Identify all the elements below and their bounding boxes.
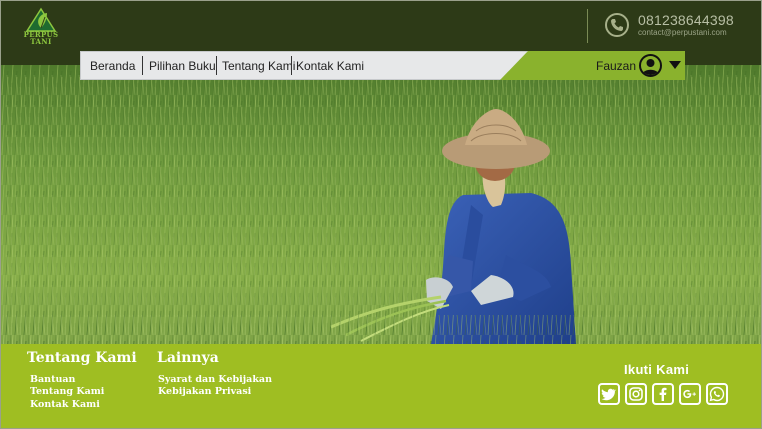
- nav-separator: [142, 56, 143, 75]
- nav-separator: [291, 56, 292, 75]
- footer-col1-title: Tentang Kami: [27, 350, 137, 366]
- logo-text: PERPUS TANI: [19, 31, 63, 45]
- header-divider: [587, 9, 588, 43]
- contact-email[interactable]: contact@perpustani.com: [638, 28, 727, 37]
- brand-logo[interactable]: PERPUS TANI: [19, 7, 63, 47]
- page-frame: PERPUS TANI 081238644398 contact@perpust…: [0, 0, 762, 429]
- footer-col2-title: Lainnya: [157, 350, 219, 366]
- contact-phone[interactable]: 081238644398: [638, 12, 734, 28]
- google-plus-icon[interactable]: [679, 383, 701, 405]
- rice-field-farmer-illustration: [1, 65, 761, 344]
- nav-separator: [216, 56, 217, 75]
- hero-image: [1, 65, 761, 344]
- user-name[interactable]: Fauzan: [596, 59, 636, 73]
- nav-item-beranda[interactable]: Beranda: [90, 59, 135, 73]
- nav-item-tentang-kami[interactable]: Tentang Kami: [222, 59, 295, 73]
- facebook-icon[interactable]: [652, 383, 674, 405]
- whatsapp-icon[interactable]: [706, 383, 728, 405]
- footer-link-kebijakan-privasi[interactable]: Kebijakan Privasi: [158, 386, 251, 397]
- nav-item-pilihan-buku[interactable]: Pilihan Buku: [149, 59, 216, 73]
- caret-down-icon[interactable]: [669, 61, 681, 69]
- main-nav: Beranda Pilihan Buku Tentang Kami Kontak…: [80, 51, 685, 80]
- instagram-icon[interactable]: [625, 383, 647, 405]
- footer-link-syarat-kebijakan[interactable]: Syarat dan Kebijakan: [158, 374, 272, 385]
- follow-us-title: Ikuti Kami: [624, 362, 690, 377]
- footer-link-tentang-kami[interactable]: Tentang Kami: [30, 386, 104, 397]
- logo-line-2: TANI: [30, 37, 52, 46]
- nav-item-kontak-kami[interactable]: Kontak Kami: [296, 59, 364, 73]
- footer-link-bantuan[interactable]: Bantuan: [30, 374, 75, 385]
- twitter-icon[interactable]: [598, 383, 620, 405]
- site-footer: Tentang Kami Bantuan Tentang Kami Kontak…: [1, 344, 761, 428]
- user-avatar-icon[interactable]: [639, 54, 662, 77]
- phone-icon: [605, 13, 629, 37]
- footer-link-kontak-kami[interactable]: Kontak Kami: [30, 399, 100, 410]
